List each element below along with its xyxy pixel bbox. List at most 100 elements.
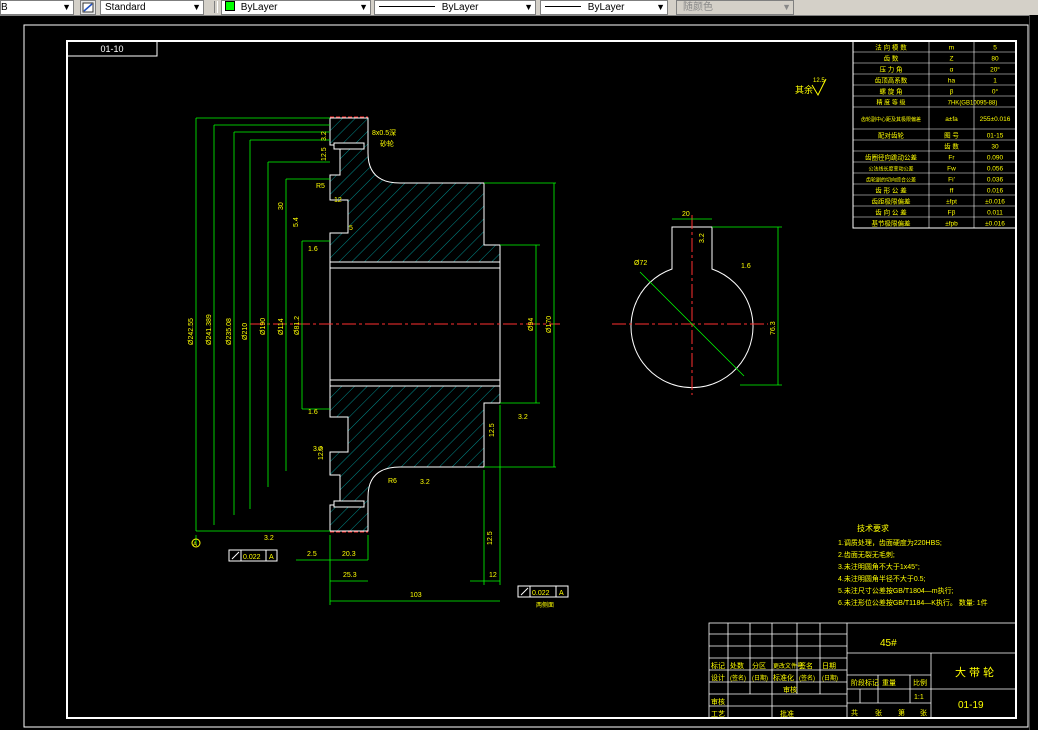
drawing-canvas[interactable]: 01-10 Ø242.55 Ø241.389 Ø235.08 Ø210 Ø190… <box>0 15 1029 730</box>
key-dim: 76.3 <box>770 321 777 335</box>
param-value: 0.011 <box>987 210 1003 217</box>
param-value: 01-15 <box>987 133 1004 140</box>
dim-phi-241: Ø241.389 <box>206 314 213 345</box>
param-value: 255±0.016 <box>980 116 1011 123</box>
chevron-down-icon: ▼ <box>524 2 533 12</box>
vertical-scrollbar[interactable] <box>1029 15 1038 730</box>
dim-phi-170: Ø170 <box>546 316 553 333</box>
param-row: 法 向 模 数 m 5 <box>853 43 1016 53</box>
sheet-outer-border <box>23 24 1029 728</box>
param-name: 齿 向 公 差 <box>875 208 907 217</box>
dim-phi-114: Ø114 <box>278 318 285 335</box>
param-symbol: β <box>950 89 954 96</box>
plot-style-value: 随颜色 <box>683 2 713 13</box>
chevron-down-icon: ▼ <box>62 2 71 12</box>
param-name: 齿 数 <box>884 54 899 63</box>
text-style-dropdown[interactable]: Standard ▼ <box>100 0 204 15</box>
svg-text:审核: 审核 <box>711 697 725 706</box>
key-width: 20 <box>682 211 690 218</box>
svg-text:(签名): (签名) <box>730 674 746 682</box>
param-row: 齿顶高系数 ha 1 <box>853 76 1016 86</box>
toolbar-divider <box>214 1 218 13</box>
param-symbol: 齿 数 <box>944 142 959 151</box>
layer-dropdown-value: B <box>1 2 8 13</box>
svg-text:工艺: 工艺 <box>711 710 725 718</box>
param-symbol: Fw <box>947 166 956 173</box>
param-row: 齿 向 公 差 Fβ 0.011 <box>853 208 1016 218</box>
linetype-dropdown[interactable]: ByLayer ▼ <box>374 0 536 15</box>
param-symbol: ±fpb <box>945 221 958 228</box>
svg-text:0.022: 0.022 <box>243 554 261 561</box>
svg-text:第: 第 <box>898 708 905 717</box>
part-name: 大 带 轮 <box>955 665 994 679</box>
key-rough-2: 3.2 <box>699 233 706 243</box>
param-symbol: ha <box>948 78 956 85</box>
plot-style-dropdown: 随颜色 ▼ <box>676 0 794 15</box>
param-name: 齿距极限偏差 <box>872 197 912 206</box>
dim-2-5: 2.5 <box>307 551 317 558</box>
svg-text:(日期): (日期) <box>752 674 768 682</box>
groove-note: 8x0.5深 <box>372 128 396 137</box>
chevron-down-icon: ▼ <box>656 2 665 12</box>
param-row: 齿 数 30 <box>853 142 1016 152</box>
svg-text:阶段标记: 阶段标记 <box>851 678 879 687</box>
param-symbol: Z <box>950 56 954 63</box>
param-row: 基节极限偏差 ±fpb ±0.016 <box>853 219 1016 229</box>
rough-1-6-a: 1.6 <box>308 246 318 253</box>
param-name: 齿圈径向跳动公差 <box>865 153 918 162</box>
tol-note: 两侧面 <box>536 601 554 609</box>
color-swatch <box>225 1 235 11</box>
svg-text:(日期): (日期) <box>822 674 838 682</box>
datum-label: A <box>193 542 197 548</box>
param-value: 0.056 <box>987 166 1004 173</box>
param-name: 精 度 等 级 <box>876 99 905 107</box>
svg-text:张: 张 <box>875 708 882 717</box>
rough-12-5: 12.5 <box>489 423 496 437</box>
lineweight-dropdown[interactable]: ByLayer ▼ <box>540 0 668 15</box>
remainder-roughness: 其余 <box>795 84 813 95</box>
param-row: 齿 形 公 差 ff 0.016 <box>853 186 1016 196</box>
note-item-2: 2.齿面无裂无毛刺; <box>838 550 895 559</box>
key-rough: 1.6 <box>741 263 751 270</box>
dim-phi-94: Ø94 <box>528 318 535 331</box>
svg-text:1:1: 1:1 <box>914 694 924 701</box>
param-value: 1 <box>993 78 997 85</box>
lineweight-sample <box>545 6 581 7</box>
properties-toolbar: B ▼ Standard ▼ ByLayer ▼ ByLayer ▼ ByLay… <box>0 0 1038 16</box>
dim-phi-242: Ø242.55 <box>188 318 195 345</box>
dim-5-4: 5.4 <box>293 217 300 227</box>
svg-text:标准化: 标准化 <box>773 673 794 682</box>
rough-12-5-b: 12.5 <box>487 531 494 545</box>
runout-frame-1: 0.022 A <box>228 549 278 562</box>
note-item-5: 5.未注尺寸公差按GB/T1804—m执行; <box>838 586 954 595</box>
color-value: ByLayer <box>240 2 278 13</box>
param-symbol: Fi' <box>948 177 955 184</box>
param-value: 0° <box>992 88 999 96</box>
param-symbol: a±fa <box>945 116 958 123</box>
technical-notes: 技术要求 1.调质处理，齿面硬度为220HBS; 2.齿面无裂无毛刺; 3.未注… <box>838 523 988 607</box>
dim-103: 103 <box>410 592 422 599</box>
param-row: 压 力 角 α 20° <box>853 65 1016 75</box>
param-name: 齿顶高系数 <box>875 76 908 85</box>
rough-3-2-d: 3.2 <box>264 535 274 542</box>
color-dropdown[interactable]: ByLayer ▼ <box>221 0 371 15</box>
note-item-1: 1.调质处理，齿面硬度为220HBS; <box>838 538 942 547</box>
svg-text:批准: 批准 <box>780 709 794 718</box>
svg-text:A: A <box>559 590 564 597</box>
dim-r5: R5 <box>316 183 325 190</box>
text-style-value: Standard <box>105 2 146 13</box>
param-value: ±0.016 <box>985 199 1005 206</box>
dim-25-3: 25.3 <box>343 572 357 579</box>
svg-text:张: 张 <box>920 708 927 717</box>
param-name: 齿轮副的切向综合公差 <box>866 177 916 184</box>
param-name: 公法线长度变动公差 <box>868 166 913 173</box>
param-name: 齿 形 公 差 <box>875 186 907 195</box>
dim-20-3: 20.3 <box>342 551 356 558</box>
chevron-down-icon: ▼ <box>782 2 791 12</box>
chevron-down-icon: ▼ <box>359 2 368 12</box>
text-style-icon[interactable] <box>80 0 96 15</box>
layer-dropdown[interactable]: B ▼ <box>0 0 74 15</box>
sheet-inner-border <box>66 40 1017 719</box>
gear-parameter-table: 法 向 模 数 m 5 齿 数 Z 80 压 力 角 α 20° 齿顶高系数 ha 1 螺 旋 角 β 0°… <box>852 40 1017 229</box>
dim-30: 30 <box>278 202 285 210</box>
